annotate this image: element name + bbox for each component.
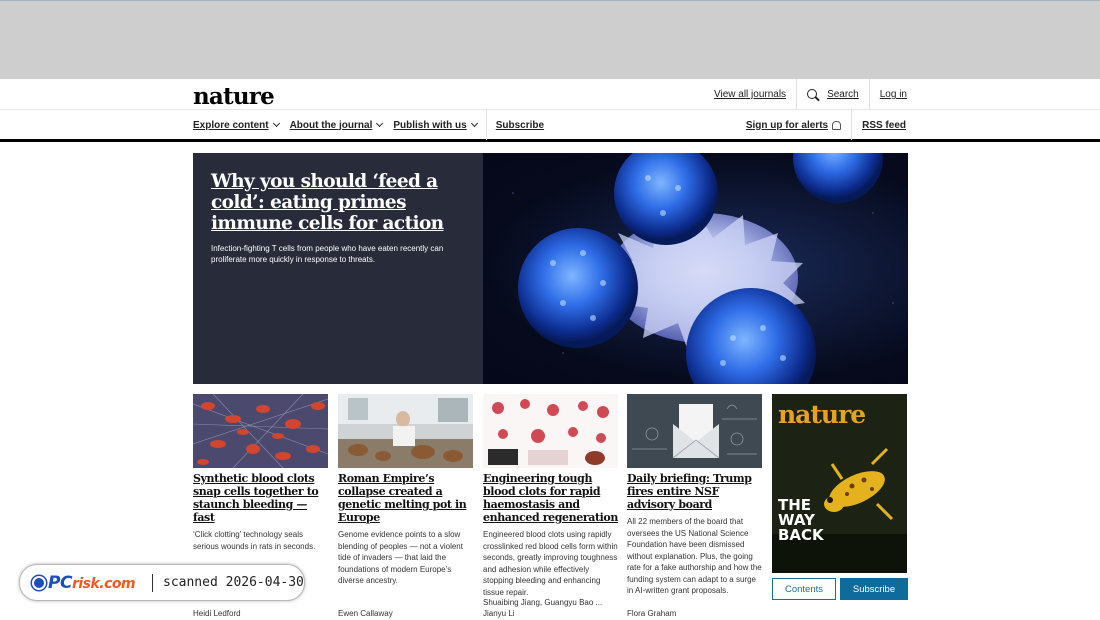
magazine-cover-line: THE WAY BACK bbox=[778, 496, 824, 544]
hero-title[interactable]: Why you should ‘feed a cold’: eating pri… bbox=[211, 171, 471, 234]
blood-clot-image bbox=[193, 394, 328, 468]
search-icon bbox=[807, 88, 819, 101]
figure-panel-image bbox=[483, 394, 618, 468]
article-description: All 22 members of the board that oversee… bbox=[627, 517, 762, 595]
bell-icon bbox=[832, 120, 842, 130]
article-author[interactable]: Flora Graham bbox=[627, 608, 676, 620]
nav-explore-label: Explore content bbox=[193, 119, 269, 131]
article-description: Genome evidence points to a slow blendin… bbox=[338, 530, 463, 585]
divider bbox=[485, 110, 487, 140]
magnifier-icon bbox=[32, 575, 46, 590]
article-title[interactable]: Engineering tough blood clots for rapid … bbox=[483, 472, 618, 524]
t-cell-illustration bbox=[512, 153, 894, 384]
article-description: ‘Click clotting’ technology seals seriou… bbox=[193, 530, 316, 551]
article-card[interactable]: Engineering tough blood clots for rapid … bbox=[483, 394, 618, 598]
magazine-cover[interactable]: nature THE WAY BACK bbox=[772, 394, 907, 573]
hero-image[interactable] bbox=[483, 153, 908, 384]
article-image[interactable] bbox=[193, 394, 328, 468]
article-card[interactable]: Daily briefing: Trump fires entire NSF a… bbox=[627, 394, 762, 597]
article-title[interactable]: Daily briefing: Trump fires entire NSF a… bbox=[627, 472, 762, 511]
rss-feed-link[interactable]: RSS feed bbox=[862, 120, 906, 131]
nav-explore-content[interactable]: Explore content bbox=[193, 119, 280, 131]
pcrisk-watermark: PCrisk.com scanned 2026-04-30 bbox=[19, 564, 305, 601]
archaeology-lab-image bbox=[338, 394, 473, 468]
scan-date: scanned 2026-04-30 bbox=[163, 575, 304, 590]
pcrisk-brand-sub: risk.com bbox=[71, 575, 136, 592]
article-image[interactable] bbox=[483, 394, 618, 468]
main-nav: Explore content About the journal Publis… bbox=[0, 110, 1100, 142]
magazine-actions: Contents Subscribe bbox=[772, 578, 908, 600]
sign-up-alerts-link[interactable]: Sign up for alerts bbox=[746, 120, 828, 131]
view-all-journals-link[interactable]: View all journals bbox=[704, 79, 796, 110]
header-links: View all journals Search Log in bbox=[704, 79, 907, 110]
article-title[interactable]: Roman Empire’s collapse created a geneti… bbox=[338, 472, 473, 524]
nav-publish-label: Publish with us bbox=[393, 119, 467, 131]
search-link[interactable]: Search bbox=[797, 79, 869, 110]
nav-publish-with-us[interactable]: Publish with us bbox=[393, 119, 478, 131]
pcrisk-brand: PC bbox=[48, 572, 72, 593]
advertisement-banner bbox=[0, 0, 1100, 79]
article-author[interactable]: Ewen Callaway bbox=[338, 608, 393, 620]
nature-briefing-image bbox=[627, 394, 762, 468]
article-author[interactable]: Jianyu Li bbox=[483, 608, 515, 620]
article-card[interactable]: Roman Empire’s collapse created a geneti… bbox=[338, 394, 473, 587]
subscribe-button[interactable]: Subscribe bbox=[840, 578, 908, 600]
article-author[interactable]: Shuaibing Jiang, Guangyu Bao ... bbox=[483, 597, 602, 609]
chevron-down-icon bbox=[272, 119, 280, 128]
chevron-down-icon bbox=[470, 119, 478, 128]
login-link[interactable]: Log in bbox=[870, 79, 907, 110]
nature-logo[interactable]: nature bbox=[193, 83, 275, 110]
hero-description: Infection-fighting T cells from people w… bbox=[211, 244, 444, 264]
top-header: nature View all journals Search Log in bbox=[0, 79, 1100, 110]
divider bbox=[851, 110, 853, 140]
contents-button[interactable]: Contents bbox=[772, 578, 836, 600]
nav-subscribe[interactable]: Subscribe bbox=[496, 120, 544, 131]
article-image[interactable] bbox=[627, 394, 762, 468]
search-label: Search bbox=[827, 89, 859, 100]
alerts-label: Sign up for alerts bbox=[745, 119, 829, 131]
magazine-title: nature bbox=[778, 400, 866, 429]
article-title[interactable]: Synthetic blood clots snap cells togethe… bbox=[193, 472, 328, 524]
divider bbox=[152, 573, 153, 592]
nav-about-label: About the journal bbox=[289, 119, 373, 131]
article-image[interactable] bbox=[338, 394, 473, 468]
chevron-down-icon bbox=[376, 119, 384, 128]
hero-article[interactable]: Why you should ‘feed a cold’: eating pri… bbox=[193, 153, 908, 384]
pcrisk-logo: PCrisk.com bbox=[32, 573, 148, 593]
article-card[interactable]: Synthetic blood clots snap cells togethe… bbox=[193, 394, 328, 552]
article-description: Engineered blood clots using rapidly cro… bbox=[483, 530, 618, 597]
article-author[interactable]: Heidi Ledford bbox=[193, 608, 241, 620]
nav-about-journal[interactable]: About the journal bbox=[289, 119, 384, 131]
